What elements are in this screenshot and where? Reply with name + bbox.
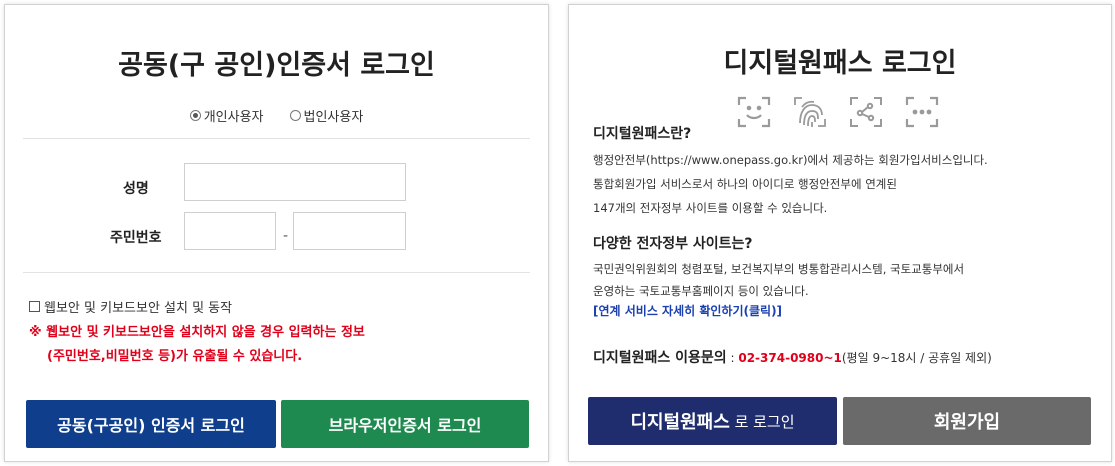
rrn-back-input[interactable] bbox=[293, 212, 406, 250]
fingerprint-icon bbox=[792, 95, 828, 129]
what-is-onepass-heading: 디지털원패스란? bbox=[593, 126, 692, 142]
security-checkbox-label: 웹보안 및 키보드보안 설치 및 동작 bbox=[44, 301, 233, 316]
security-checkbox[interactable] bbox=[29, 301, 40, 312]
radio-individual[interactable]: 개인사용자 bbox=[189, 106, 264, 125]
inquiry-hours: (평일 9~18시 / 공휴일 제외) bbox=[841, 351, 992, 365]
divider bbox=[23, 138, 530, 139]
inquiry-label: 디지털원패스 이용문의 bbox=[593, 350, 727, 366]
certificate-login-panel: 공동(구 공인)인증서 로그인 개인사용자 법인사용자 성명 주민번호 - 웹보… bbox=[4, 4, 549, 462]
onepass-login-panel: 디지털원패스 로그인 디지털원패스란? 행정안전부(https://www.on… bbox=[568, 4, 1112, 462]
browser-certificate-login-button[interactable]: 브라우저인증서 로그인 bbox=[281, 400, 529, 448]
security-warning-line2: (주민번호,비밀번호 등)가 유출될 수 있습니다. bbox=[47, 349, 303, 364]
rrn-front-input[interactable] bbox=[184, 212, 276, 250]
what-is-onepass-line1: 행정안전부(https://www.onepass.go.kr)에서 제공하는 … bbox=[593, 153, 988, 167]
onepass-login-button[interactable]: 디지털원패스 로 로그인 bbox=[588, 397, 837, 445]
name-label: 성명 bbox=[123, 181, 149, 197]
inquiry-colon: : bbox=[726, 351, 739, 365]
pin-icon bbox=[904, 95, 940, 129]
auth-method-icons bbox=[736, 95, 940, 129]
rrn-label: 주민번호 bbox=[110, 230, 162, 246]
radio-individual-button[interactable] bbox=[189, 110, 201, 121]
what-is-onepass-line2: 통합회원가입 서비스로서 하나의 아이디로 행정안전부에 연계된 bbox=[593, 177, 897, 191]
certificate-login-button[interactable]: 공동(구공인) 인증서 로그인 bbox=[26, 400, 276, 448]
onepass-login-button-brand: 디지털원패스 bbox=[630, 412, 730, 433]
onepass-inquiry: 디지털원패스 이용문의 : 02-374-0980~1(평일 9~18시 / 공… bbox=[593, 347, 992, 367]
divider bbox=[23, 272, 530, 273]
sites-heading: 다양한 전자정부 사이트는? bbox=[593, 236, 753, 252]
radio-corporate[interactable]: 법인사용자 bbox=[289, 106, 364, 125]
rrn-dash: - bbox=[283, 228, 289, 244]
radio-corporate-label: 법인사용자 bbox=[303, 110, 364, 125]
pattern-icon bbox=[848, 95, 884, 129]
security-warning-line1: ※ 웹보안 및 키보드보안을 설치하지 않을 경우 입력하는 정보 bbox=[29, 325, 365, 340]
linked-services-detail-link[interactable]: [연계 서비스 자세히 확인하기(클릭)] bbox=[593, 302, 782, 319]
onepass-login-button-text: 로 로그인 bbox=[729, 412, 795, 431]
what-is-onepass-line3: 147개의 전자정부 사이트를 이용할 수 있습니다. bbox=[593, 201, 828, 215]
name-input[interactable] bbox=[184, 163, 406, 201]
security-checkbox-row[interactable]: 웹보안 및 키보드보안 설치 및 동작 bbox=[29, 297, 232, 316]
radio-corporate-button[interactable] bbox=[289, 110, 301, 121]
face-scan-icon bbox=[736, 95, 772, 129]
onepass-login-title: 디지털원패스 로그인 bbox=[723, 48, 957, 79]
radio-individual-label: 개인사용자 bbox=[203, 110, 264, 125]
certificate-login-title: 공동(구 공인)인증서 로그인 bbox=[118, 50, 435, 81]
user-type-radio-group: 개인사용자 법인사용자 bbox=[5, 106, 548, 125]
sites-line2: 운영하는 국토교통부홈페이지 등이 있습니다. bbox=[593, 284, 809, 298]
join-button[interactable]: 회원가입 bbox=[843, 397, 1091, 445]
inquiry-phone: 02-374-0980~1 bbox=[738, 351, 842, 365]
